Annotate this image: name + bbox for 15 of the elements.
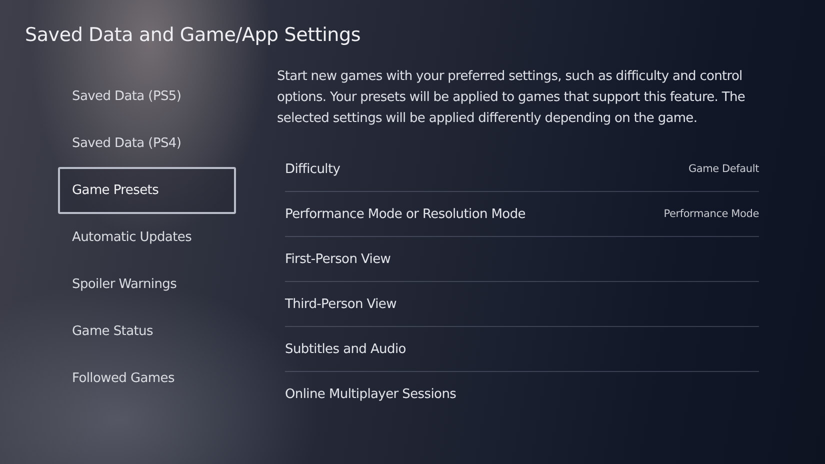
setting-row[interactable]: Difficulty Game Default [285, 147, 759, 192]
sidebar-item[interactable]: Spoiler Warnings [58, 261, 236, 308]
setting-row[interactable]: Online Multiplayer Sessions [285, 372, 759, 416]
sidebar-item[interactable]: Saved Data (PS4) [58, 120, 236, 167]
description-text: Start new games with your preferred settings, such as difficulty and control options. Your presets will be applied to games that support this feature. The selected settings will be applied differently depending on the game. [277, 68, 746, 128]
sidebar-item[interactable]: Automatic Updates [58, 214, 236, 261]
page-title: Saved Data and Game/App Settings [25, 24, 362, 46]
sidebar-item[interactable]: Followed Games [58, 355, 236, 402]
sidebar-item[interactable]: Game Presets [58, 167, 236, 214]
setting-row[interactable]: Third-Person View [285, 282, 759, 327]
sidebar-item[interactable]: Game Status [58, 308, 236, 355]
setting-row[interactable]: Performance Mode or Resolution Mode Performance Mode [285, 192, 759, 237]
setting-row[interactable]: First-Person View [285, 237, 759, 282]
setting-row[interactable]: Subtitles and Audio [285, 327, 759, 372]
sidebar-item[interactable]: Saved Data (PS5) [58, 73, 236, 120]
